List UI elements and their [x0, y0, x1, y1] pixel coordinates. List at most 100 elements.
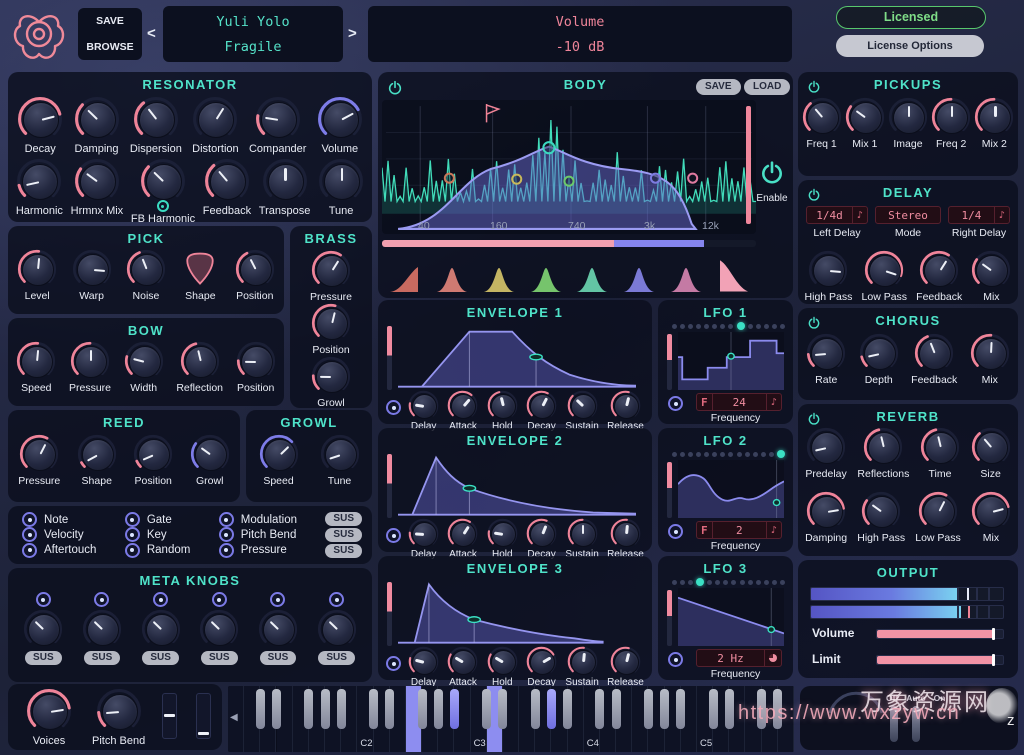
knob-dispersion[interactable]: Dispersion	[130, 96, 182, 155]
lfo-step-dot[interactable]	[728, 324, 733, 329]
knob-damping[interactable]: Damping	[805, 491, 847, 544]
knob-volume[interactable]: Volume	[317, 96, 363, 155]
knob-low-pass[interactable]: Low Pass	[862, 250, 908, 303]
lfo-step-dot[interactable]	[707, 580, 712, 585]
lfo-step-dot[interactable]	[777, 450, 785, 458]
knob-high-pass[interactable]: High Pass	[857, 491, 905, 544]
sus-button[interactable]: SUS	[201, 651, 238, 665]
knob-transpose[interactable]: Transpose	[259, 158, 311, 217]
body-load-button[interactable]: LOAD	[744, 79, 790, 95]
knob-damping[interactable]: Damping	[74, 96, 120, 155]
knob-release[interactable]: Release	[607, 390, 644, 432]
piano-black-key[interactable]	[337, 689, 346, 729]
knob-attack[interactable]: Attack	[447, 518, 478, 560]
lfo-step-dot[interactable]	[748, 324, 753, 329]
piano-black-key[interactable]	[547, 689, 556, 729]
piano-black-key[interactable]	[725, 689, 734, 729]
lfo3-amount-fader[interactable]	[667, 590, 672, 646]
radio-icon[interactable]	[125, 543, 140, 558]
mod-wheel[interactable]	[912, 706, 920, 742]
knob-width[interactable]: Width	[124, 341, 164, 394]
mode-label-on[interactable]: On	[934, 693, 946, 703]
lfo-step-dot[interactable]	[712, 452, 717, 457]
lfo-step-dot[interactable]	[769, 452, 774, 457]
lfo-step-dot[interactable]	[680, 452, 685, 457]
knob-distortion[interactable]: Distortion	[192, 96, 238, 155]
knob-mix-1[interactable]: Mix 1	[845, 97, 885, 150]
preset-prev-button[interactable]: <	[147, 25, 156, 42]
piano-keyboard[interactable]: ◀ C2C3C4C5	[228, 686, 794, 752]
mod-source-pitch-bend[interactable]: Pitch Bend	[219, 527, 297, 542]
lfo-step-dot[interactable]	[672, 452, 677, 457]
lfo-step-dot[interactable]	[761, 452, 766, 457]
mod-wheel-slider[interactable]	[162, 693, 177, 739]
sus-button[interactable]: SUS	[84, 651, 121, 665]
mod-source-note[interactable]: Note	[22, 512, 96, 527]
piano-black-key[interactable]	[498, 689, 507, 729]
body-preset-thumbnail[interactable]	[669, 262, 703, 294]
knob-low-pass[interactable]: Low Pass	[915, 491, 961, 544]
knob-noise[interactable]: Noise	[126, 249, 166, 302]
lfo-step-dot[interactable]	[737, 322, 745, 330]
knob-harmonic[interactable]: Harmonic	[16, 158, 63, 217]
sync-mode-chip[interactable]: F	[697, 394, 713, 410]
lfo1-frequency-value[interactable]: F 24 ♪	[696, 393, 782, 411]
piano-black-key[interactable]	[482, 689, 491, 729]
envelope2-amount-fader[interactable]	[387, 454, 392, 518]
note-icon[interactable]: ♪	[994, 207, 1009, 223]
knob-compander[interactable]: Compander	[249, 96, 306, 155]
radio-icon[interactable]	[329, 592, 344, 607]
knob-level[interactable]: Level	[17, 249, 57, 302]
envelope2-curve[interactable]	[398, 452, 636, 518]
hz-mode-icon[interactable]	[764, 650, 781, 666]
radio-icon[interactable]	[125, 512, 140, 527]
knob-hold[interactable]: Hold	[487, 646, 518, 688]
lfo2-select-radio[interactable]	[668, 524, 683, 539]
radio-icon[interactable]	[212, 592, 227, 607]
knob-decay[interactable]: Decay	[526, 518, 557, 560]
sus-button[interactable]: SUS	[325, 528, 362, 542]
radio-icon[interactable]	[94, 592, 109, 607]
lfo-step-dot[interactable]	[688, 324, 693, 329]
keyboard-scroll-left-icon[interactable]: ◀	[230, 712, 238, 723]
body-save-button[interactable]: SAVE	[696, 79, 741, 95]
expression-slider[interactable]	[196, 693, 211, 739]
lfo-step-dot[interactable]	[688, 580, 693, 585]
piano-black-key[interactable]	[418, 689, 427, 729]
knob-pressure[interactable]: Pressure	[310, 250, 352, 303]
body-preset-thumbnail[interactable]	[575, 262, 609, 294]
lfo3-wave[interactable]	[678, 588, 784, 646]
envelope3-curve[interactable]	[398, 580, 636, 646]
knob-decay[interactable]: Decay	[526, 390, 557, 432]
knob-freq-2[interactable]: Freq 2	[931, 97, 971, 150]
lfo-step-dot[interactable]	[731, 580, 736, 585]
sus-button[interactable]: SUS	[325, 544, 362, 558]
envelope1-amount-fader[interactable]	[387, 326, 392, 390]
enable-power-icon[interactable]	[759, 173, 785, 190]
mod-source-aftertouch[interactable]: Aftertouch	[22, 543, 96, 558]
knob-growl[interactable]: Growl	[311, 356, 351, 409]
knob-hold[interactable]: Hold	[487, 390, 518, 432]
lfo-step-dot[interactable]	[748, 580, 753, 585]
lfo-step-dot[interactable]	[780, 324, 785, 329]
lfo-step-dot[interactable]	[680, 324, 685, 329]
envelope3-select-radio[interactable]	[386, 656, 401, 671]
radio-icon[interactable]	[219, 527, 234, 542]
knob-pressure[interactable]: Pressure	[18, 434, 60, 487]
knob-meta[interactable]	[199, 609, 239, 649]
knob-feedback[interactable]: Feedback	[911, 333, 957, 386]
body-range-bar[interactable]	[382, 240, 756, 247]
lfo1-select-radio[interactable]	[668, 396, 683, 411]
lfo-step-dot[interactable]	[672, 324, 677, 329]
lfo3-select-radio[interactable]	[668, 652, 683, 667]
lfo-step-dot[interactable]	[772, 580, 777, 585]
limit-slider[interactable]	[876, 655, 1004, 665]
sus-button[interactable]: SUS	[318, 651, 355, 665]
envelope1-curve[interactable]	[398, 324, 636, 390]
knob-pitch-bend[interactable]: Pitch Bend	[92, 688, 145, 747]
knob-depth[interactable]: Depth	[859, 333, 899, 386]
lfo-step-dot[interactable]	[696, 324, 701, 329]
lfo-step-dot[interactable]	[672, 580, 677, 585]
knob-freq-1[interactable]: Freq 1	[802, 97, 842, 150]
knob-release[interactable]: Release	[607, 646, 644, 688]
